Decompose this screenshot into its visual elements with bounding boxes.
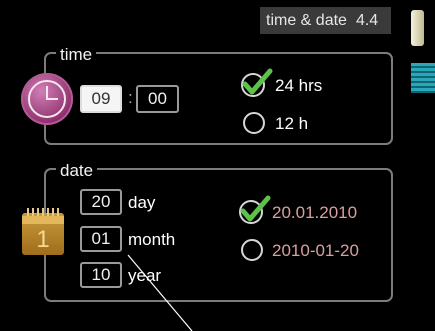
- annotation-pointer-line: [127, 254, 193, 331]
